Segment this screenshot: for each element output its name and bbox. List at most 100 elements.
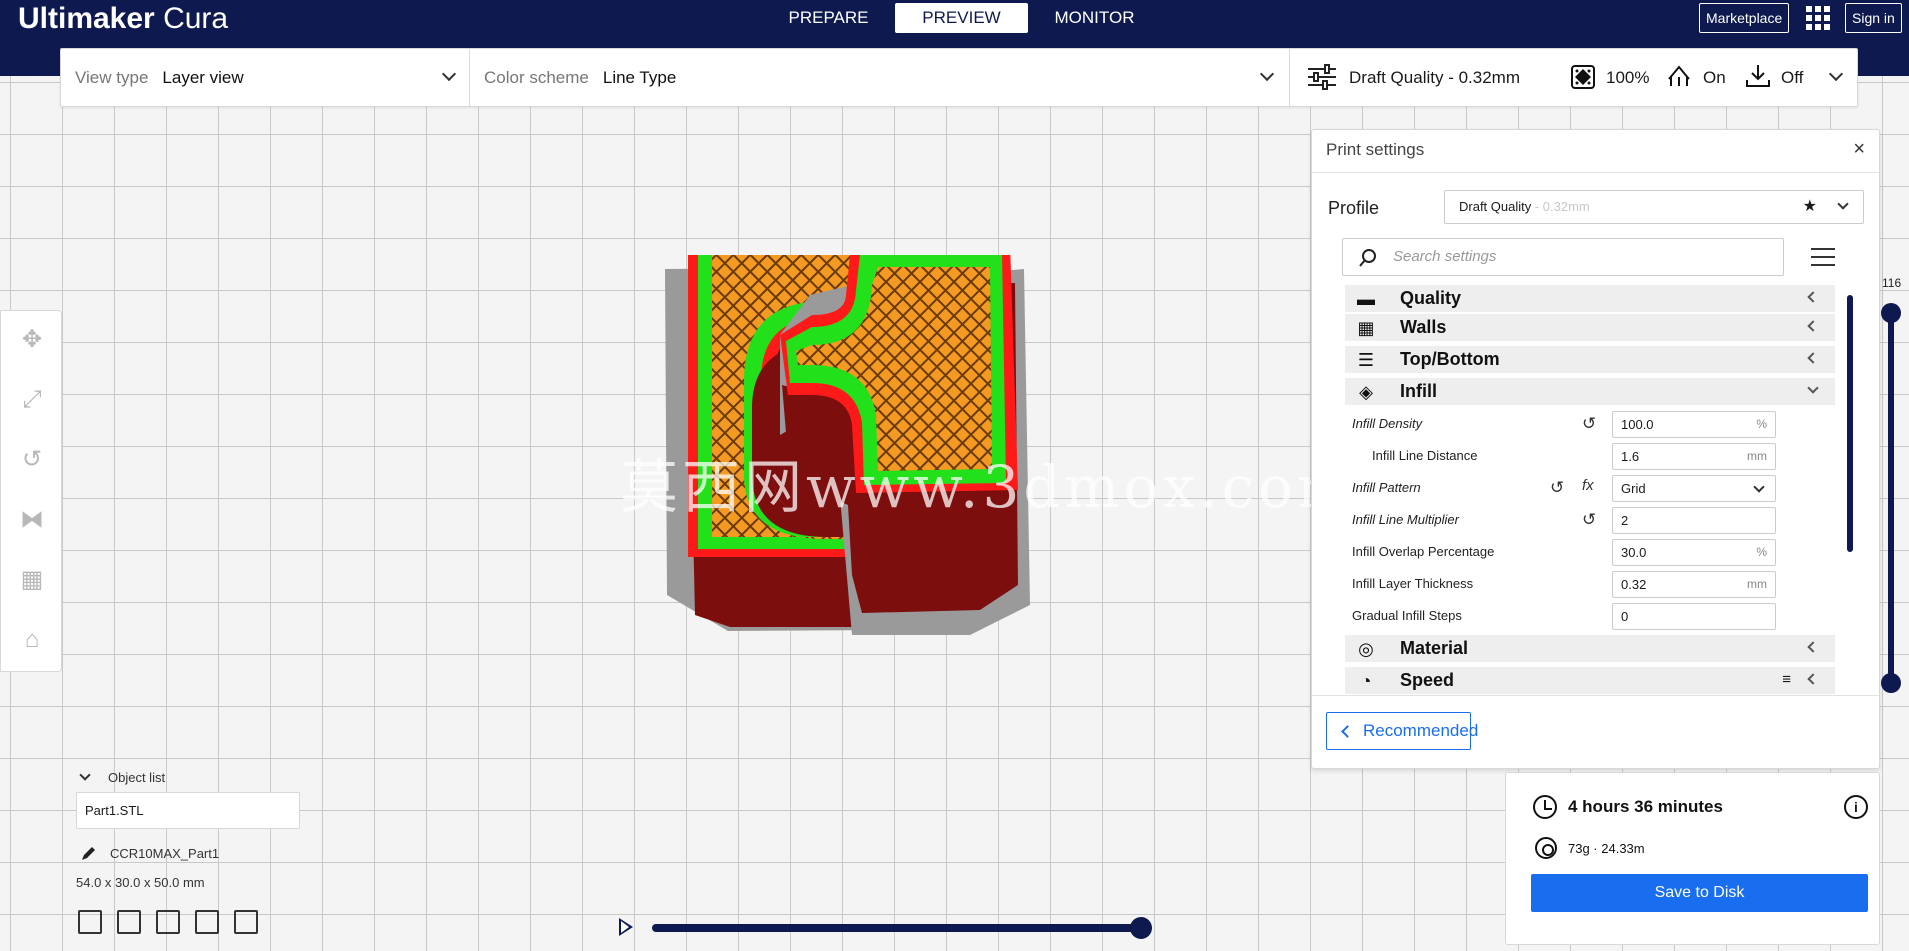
function-icon[interactable]: fx xyxy=(1582,477,1594,494)
mirror-tool-icon[interactable]: ⧓ xyxy=(17,505,47,535)
layer-slider-bottom-handle[interactable] xyxy=(1881,673,1901,693)
scale-tool-icon[interactable]: ⤢ xyxy=(17,385,47,415)
gradual-infill-steps-input[interactable]: 0 xyxy=(1612,603,1776,630)
current-layer-label: 116 xyxy=(1882,276,1902,290)
settings-scrollbar[interactable] xyxy=(1847,295,1853,552)
view-type-chevron-down-icon[interactable] xyxy=(441,66,457,82)
material-icon: ◎ xyxy=(1358,639,1374,659)
layer-slider-track[interactable] xyxy=(1888,305,1894,685)
support-blocker-icon[interactable]: ⌂ xyxy=(17,625,47,655)
per-model-settings-icon[interactable]: ▦ xyxy=(17,565,47,595)
infill-overlap-input[interactable]: 30.0 % xyxy=(1612,539,1776,566)
tool-panel: ✥ ⤢ ↺ ⧓ ▦ ⌂ xyxy=(0,310,62,672)
infill-pattern-select[interactable]: Grid xyxy=(1612,475,1776,502)
setting-gradual-infill-steps: Gradual Infill Steps 0 xyxy=(1352,602,1832,630)
tab-monitor[interactable]: MONITOR xyxy=(1028,3,1161,33)
marketplace-button[interactable]: Marketplace xyxy=(1699,3,1790,33)
setting-label: Infill Overlap Percentage xyxy=(1352,544,1495,559)
path-slider-handle[interactable] xyxy=(1130,917,1152,939)
category-walls[interactable]: ▦ Walls xyxy=(1345,314,1835,341)
setting-infill-line-multiplier: Infill Line Multiplier ↺ 2 xyxy=(1352,506,1832,534)
setting-infill-overlap: Infill Overlap Percentage 30.0 % xyxy=(1352,538,1832,566)
path-slider-track[interactable] xyxy=(652,924,1142,932)
object-list-toggle[interactable]: Object list xyxy=(78,770,165,785)
category-label: Material xyxy=(1400,638,1469,658)
left-view-icon[interactable] xyxy=(195,910,219,934)
quality-sliders-icon[interactable] xyxy=(1307,64,1337,90)
search-icon xyxy=(1359,249,1376,267)
setting-label: Infill Pattern xyxy=(1352,480,1421,495)
category-label: Speed xyxy=(1400,670,1455,690)
close-icon[interactable]: × xyxy=(1853,138,1865,161)
app-logo: Ultimaker Cura xyxy=(18,2,229,35)
profile-value: Draft Quality xyxy=(1459,199,1532,214)
category-quality[interactable]: ▬ Quality xyxy=(1345,285,1835,312)
info-icon[interactable]: i xyxy=(1844,795,1868,819)
object-list-item[interactable]: Part1.STL xyxy=(76,792,300,829)
main-tabs: PREPARE PREVIEW MONITOR xyxy=(762,3,1161,33)
job-name[interactable]: CCR10MAX_Part1 xyxy=(80,846,219,861)
category-infill[interactable]: ◈ Infill xyxy=(1345,378,1835,405)
category-speed[interactable]: ◔ Speed ≡ xyxy=(1345,667,1835,694)
setting-infill-layer-thickness: Infill Layer Thickness 0.32 mm xyxy=(1352,570,1832,598)
pencil-icon[interactable] xyxy=(80,846,96,862)
sliders-icon[interactable]: ≡ xyxy=(1782,671,1791,688)
view-type-label: View type xyxy=(75,68,149,87)
infill-layer-thickness-input[interactable]: 0.32 mm xyxy=(1612,571,1776,598)
quality-summary[interactable]: Draft Quality - 0.32mm xyxy=(1349,49,1520,106)
sign-in-button[interactable]: Sign in xyxy=(1845,3,1902,33)
top-view-icon[interactable] xyxy=(156,910,180,934)
toolbar-divider xyxy=(469,49,470,106)
save-to-disk-button[interactable]: Save to Disk xyxy=(1531,874,1868,912)
infill-icon: ◈ xyxy=(1359,382,1373,402)
play-icon[interactable] xyxy=(619,918,633,936)
infill-icon xyxy=(1571,65,1595,89)
infill-line-multiplier-input[interactable]: 2 xyxy=(1612,507,1776,534)
adhesion-summary[interactable]: Off xyxy=(1781,49,1803,106)
infill-line-distance-input[interactable]: 1.6 mm xyxy=(1612,443,1776,470)
tab-prepare[interactable]: PREPARE xyxy=(762,3,895,33)
reset-icon[interactable]: ↺ xyxy=(1582,510,1596,530)
recommended-button[interactable]: Recommended xyxy=(1326,712,1478,750)
print-time: 4 hours 36 minutes xyxy=(1568,797,1723,816)
rotate-tool-icon[interactable]: ↺ xyxy=(17,445,47,475)
color-scheme-value: Line Type xyxy=(602,68,677,87)
camera-view-buttons xyxy=(78,910,258,934)
profile-chevron-down-icon[interactable] xyxy=(1837,198,1849,210)
category-top-bottom[interactable]: ☰ Top/Bottom xyxy=(1345,346,1835,373)
support-summary[interactable]: On xyxy=(1703,49,1726,106)
category-material[interactable]: ◎ Material xyxy=(1345,635,1835,662)
print-info-card: 4 hours 36 minutes i 73g · 24.33m Save t… xyxy=(1505,772,1880,945)
view-type-selector[interactable]: View type Layer view xyxy=(75,49,244,106)
layer-slider-top-handle[interactable] xyxy=(1881,303,1901,323)
panel-divider xyxy=(1312,172,1879,173)
search-settings-input[interactable]: Search settings xyxy=(1342,238,1784,276)
color-scheme-chevron-down-icon[interactable] xyxy=(1259,66,1275,82)
view-type-value: Layer view xyxy=(162,68,244,87)
unit: % xyxy=(1756,545,1767,559)
settings-menu-icon[interactable] xyxy=(1811,248,1835,266)
spool-icon xyxy=(1535,837,1557,859)
infill-density-input[interactable]: 100.0 % xyxy=(1612,411,1776,438)
color-scheme-selector[interactable]: Color scheme Line Type xyxy=(484,49,676,106)
category-label: Infill xyxy=(1400,381,1437,401)
category-label: Walls xyxy=(1400,317,1447,337)
front-view-icon[interactable] xyxy=(117,910,141,934)
move-tool-icon[interactable]: ✥ xyxy=(17,325,47,355)
tab-preview[interactable]: PREVIEW xyxy=(895,3,1028,33)
reset-icon[interactable]: ↺ xyxy=(1550,478,1564,498)
star-icon[interactable]: ★ xyxy=(1803,191,1817,223)
3d-view-icon[interactable] xyxy=(78,910,102,934)
print-setup-chevron-down-icon[interactable] xyxy=(1828,66,1844,82)
profile-select[interactable]: Draft Quality - 0.32mm ★ xyxy=(1444,190,1864,224)
apps-grid-icon[interactable] xyxy=(1806,6,1830,30)
right-view-icon[interactable] xyxy=(234,910,258,934)
setting-infill-density: Infill Density ↺ 100.0 % xyxy=(1352,410,1832,438)
reset-icon[interactable]: ↺ xyxy=(1582,414,1596,434)
material-usage: 73g · 24.33m xyxy=(1568,841,1645,856)
setting-label: Infill Density xyxy=(1352,416,1423,431)
infill-summary[interactable]: 100% xyxy=(1606,49,1649,106)
color-scheme-label: Color scheme xyxy=(484,68,589,87)
walls-icon: ▦ xyxy=(1357,318,1375,338)
setting-label: Infill Layer Thickness xyxy=(1352,576,1474,591)
